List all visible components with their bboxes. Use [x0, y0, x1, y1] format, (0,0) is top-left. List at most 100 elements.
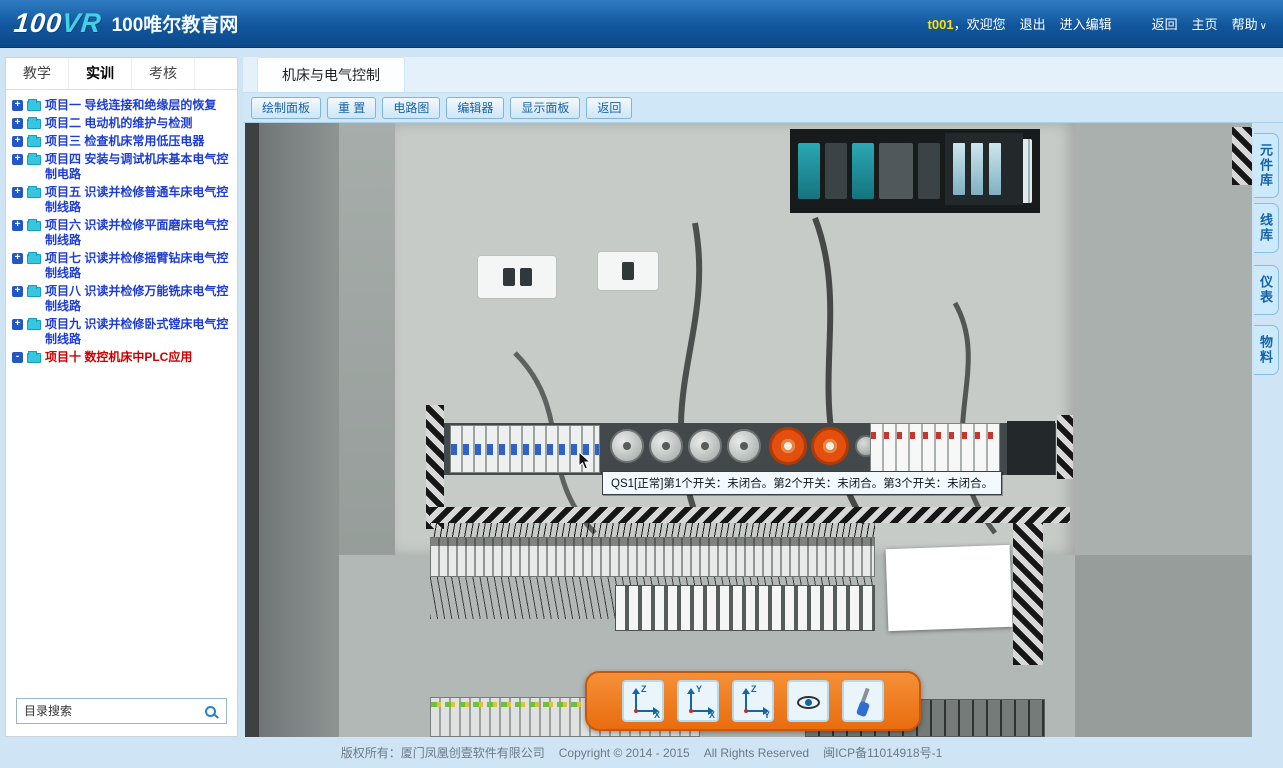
drive-unit[interactable] — [945, 133, 1023, 205]
library-tab-components[interactable]: 元件库 — [1254, 133, 1279, 198]
axis-y-x-button[interactable]: Y X — [677, 680, 719, 722]
search-input[interactable] — [16, 698, 227, 724]
breaker-toggles — [451, 444, 599, 455]
drive-bar — [953, 143, 965, 195]
expand-minus-icon[interactable]: - — [12, 352, 23, 363]
tab-teaching[interactable]: 教学 — [6, 58, 69, 89]
welcome-text: t001，欢迎您 — [928, 14, 1006, 33]
folder-icon — [27, 137, 41, 147]
tree-item-project-7[interactable]: + 项目七 识读并检修摇臂钻床电气控制线路 — [12, 251, 232, 281]
label-sheet — [886, 545, 1013, 631]
back-link[interactable]: 返回 — [1152, 14, 1178, 33]
copyright-owner: 版权所有：厦门凤凰创壹软件有限公司 — [341, 744, 545, 761]
axis-z-x-button[interactable]: Z X — [622, 680, 664, 722]
chevron-down-icon: ∨ — [1260, 21, 1267, 32]
username: t001 — [928, 17, 954, 32]
rights-reserved: All Rights Reserved — [704, 746, 809, 760]
breaker-red-flags — [871, 432, 999, 439]
expand-plus-icon[interactable]: + — [12, 118, 23, 129]
tree-item-label: 项目四 安装与调试机床基本电气控制电路 — [45, 152, 232, 182]
editor-button[interactable]: 编辑器 — [446, 97, 504, 119]
orange-switch[interactable] — [769, 427, 807, 465]
folder-icon — [27, 320, 41, 330]
contactor[interactable] — [477, 255, 557, 299]
axis-origin-dot — [744, 709, 748, 713]
reset-button[interactable]: 重 置 — [327, 97, 376, 119]
tree-item-project-5[interactable]: + 项目五 识读并检修普通车床电气控制线路 — [12, 185, 232, 215]
content-tab[interactable]: 机床与电气控制 — [257, 57, 405, 92]
help-link[interactable]: 帮助∨ — [1232, 14, 1267, 33]
viewport-toolbar: 绘制面板 重 置 电路图 编辑器 显示面板 返回 — [243, 93, 1283, 123]
axis-origin-dot — [634, 709, 638, 713]
expand-plus-icon[interactable]: + — [12, 220, 23, 231]
library-tab-materials[interactable]: 物料 — [1254, 325, 1279, 375]
tree-item-project-6[interactable]: + 项目六 识读并检修平面磨床电气控制线路 — [12, 218, 232, 248]
tab-assessment[interactable]: 考核 — [132, 58, 195, 89]
magnifier-icon — [205, 706, 216, 717]
relay-unit[interactable] — [1007, 421, 1055, 475]
search-button[interactable] — [204, 701, 224, 721]
tree-item-project-1[interactable]: + 项目一 导线连接和绝缘层的恢复 — [12, 98, 232, 113]
tree-item-label: 项目七 识读并检修摇臂钻床电气控制线路 — [45, 251, 232, 281]
logout-link[interactable]: 退出 — [1020, 14, 1046, 33]
tree-item-project-4[interactable]: + 项目四 安装与调试机床基本电气控制电路 — [12, 152, 232, 182]
folder-icon — [27, 155, 41, 165]
rotary-knob[interactable] — [688, 429, 722, 463]
folder-icon — [27, 188, 41, 198]
contactor-pin — [622, 262, 634, 280]
eye-view-button[interactable] — [787, 680, 829, 722]
rotary-knob[interactable] — [610, 429, 644, 463]
cabinet-right-wall — [1075, 123, 1252, 555]
axis-horizontal-label: X — [709, 710, 715, 720]
mouse-cursor-icon — [578, 451, 591, 470]
tree-item-project-2[interactable]: + 项目二 电动机的维护与检测 — [12, 116, 232, 131]
tab-training[interactable]: 实训 — [69, 58, 132, 89]
terminal-strip-upper[interactable] — [430, 537, 875, 577]
tree-item-project-10[interactable]: - 项目十 数控机床中PLC应用 — [12, 350, 232, 365]
expand-plus-icon[interactable]: + — [12, 286, 23, 297]
expand-plus-icon[interactable]: + — [12, 187, 23, 198]
hazard-stripe — [1057, 415, 1073, 479]
library-tab-wires[interactable]: 线库 — [1254, 203, 1279, 253]
cabinet-left-wall — [259, 123, 339, 737]
tree-item-project-8[interactable]: + 项目八 识读并检修万能铣床电气控制线路 — [12, 284, 232, 314]
axis-z-y-button[interactable]: Z Y — [732, 680, 774, 722]
axis-vertical-label: Z — [641, 684, 647, 694]
view-nav-bar: Z X Y X Z Y — [585, 671, 921, 731]
icp-number: 闽ICP备11014918号-1 — [823, 744, 942, 761]
expand-plus-icon[interactable]: + — [12, 136, 23, 147]
enter-edit-link[interactable]: 进入编辑 — [1060, 14, 1112, 33]
rotary-knob[interactable] — [649, 429, 683, 463]
relay-terminal-strip[interactable] — [615, 585, 875, 631]
orange-switch[interactable] — [811, 427, 849, 465]
simulation-viewport[interactable]: QS1[正常]第1个开关：未闭合。第2个开关：未闭合。第3个开关：未闭合。 Z … — [245, 123, 1252, 737]
expand-plus-icon[interactable]: + — [12, 154, 23, 165]
drive-bar — [989, 143, 1001, 195]
show-panel-button[interactable]: 显示面板 — [510, 97, 580, 119]
draw-panel-button[interactable]: 绘制面板 — [251, 97, 321, 119]
rotary-knob[interactable] — [727, 429, 761, 463]
circuit-breaker-group-right[interactable] — [870, 423, 1000, 475]
circuit-diagram-button[interactable]: 电路图 — [382, 97, 440, 119]
site-logo[interactable]: 100VR — [12, 8, 103, 39]
plc-display-module — [852, 143, 874, 199]
contactor-pin — [503, 268, 515, 286]
screwdriver-handle — [856, 701, 870, 718]
expand-plus-icon[interactable]: + — [12, 100, 23, 111]
library-tab-meters[interactable]: 仪表 — [1254, 265, 1279, 315]
main-area: 机床与电气控制 绘制面板 重 置 电路图 编辑器 显示面板 返回 元件库 线库 … — [243, 57, 1283, 737]
folder-icon — [27, 101, 41, 111]
probe-tool-button[interactable] — [842, 680, 884, 722]
contactor[interactable] — [597, 251, 659, 291]
expand-plus-icon[interactable]: + — [12, 253, 23, 264]
home-link[interactable]: 主页 — [1192, 14, 1218, 33]
cabinet-left-frame — [245, 123, 259, 737]
return-button[interactable]: 返回 — [586, 97, 632, 119]
expand-plus-icon[interactable]: + — [12, 319, 23, 330]
tree-item-project-3[interactable]: + 项目三 检查机床常用低压电器 — [12, 134, 232, 149]
catalog-search — [16, 698, 227, 724]
contactor-pin — [520, 268, 532, 286]
component-status-tooltip: QS1[正常]第1个开关：未闭合。第2个开关：未闭合。第3个开关：未闭合。 — [602, 471, 1002, 495]
tree-item-project-9[interactable]: + 项目九 识读并检修卧式镗床电气控制线路 — [12, 317, 232, 347]
tree-item-label: 项目六 识读并检修平面磨床电气控制线路 — [45, 218, 232, 248]
